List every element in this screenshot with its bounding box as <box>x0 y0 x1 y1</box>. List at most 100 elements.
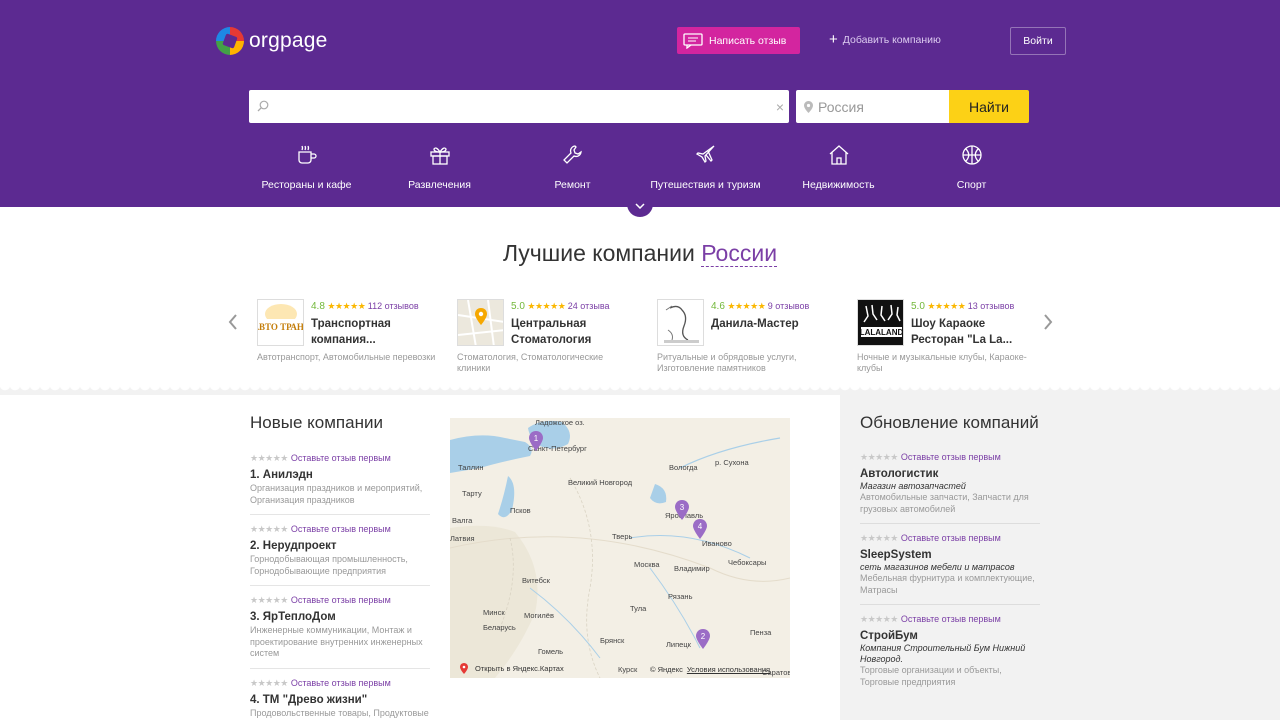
map-label: Брянск <box>600 636 625 645</box>
company-name[interactable]: СтройБум <box>860 630 1040 642</box>
leave-review-link[interactable]: Оставьте отзыв первым <box>291 524 391 534</box>
map-label: Рязань <box>668 592 693 601</box>
company-name[interactable]: 4. ТМ "Древо жизни" <box>250 694 430 706</box>
map-label: Таллин <box>458 463 484 472</box>
category-sport[interactable]: Спорт <box>905 140 1038 191</box>
map-marker[interactable]: 3 <box>675 500 689 520</box>
company-name[interactable]: 2. Нерудпроект <box>250 540 430 552</box>
leave-review-link[interactable]: Оставьте отзыв первым <box>901 533 1001 543</box>
gift-icon <box>429 147 450 165</box>
header: orgpage Написать отзыв + Добавить компан… <box>0 0 1280 207</box>
find-button[interactable]: Найти <box>949 90 1029 123</box>
company-name[interactable]: 1. Анилэдн <box>250 469 430 481</box>
map-marker[interactable]: 2 <box>696 629 710 649</box>
map-marker[interactable]: 4 <box>693 519 707 539</box>
category-label: Недвижимость <box>802 179 875 191</box>
logo[interactable]: orgpage <box>216 27 327 55</box>
company-name[interactable]: 3. ЯрТеплоДом <box>250 611 430 623</box>
map-label: Латвия <box>450 534 475 543</box>
add-company-link[interactable]: + Добавить компанию <box>829 31 941 48</box>
company-thumbnail <box>657 299 704 346</box>
company-rating: 5.0 ★★★★★ 24 отзыва <box>511 301 610 312</box>
marker-count: 3 <box>680 503 685 512</box>
map-label: Витебск <box>522 576 550 585</box>
region-input[interactable]: Россия <box>796 90 950 123</box>
company-category: Автомобильные запчасти, Запчасти для гру… <box>860 492 1029 514</box>
company-rating: 4.8 ★★★★★ 112 отзывов <box>311 301 419 312</box>
map-label: Беларусь <box>483 623 516 632</box>
map-marker[interactable]: 1 <box>529 431 543 451</box>
company-thumbnail <box>457 299 504 346</box>
companies-map[interactable]: Ладожское оз. Санкт-Петербург Таллин Тар… <box>450 418 790 678</box>
ball-icon <box>961 145 982 165</box>
company-rating: 4.6 ★★★★★ 9 отзывов <box>711 301 810 312</box>
reviews-count[interactable]: 13 отзывов <box>968 301 1015 311</box>
leave-review-link[interactable]: Оставьте отзыв первым <box>291 453 391 463</box>
wavy-divider <box>0 385 1280 395</box>
map-label: Гомель <box>538 647 564 656</box>
next-arrow-icon[interactable] <box>1041 312 1055 332</box>
company-name[interactable]: Транспортная компания... <box>311 316 441 348</box>
stars-icon: ★★★★★ <box>527 301 566 311</box>
stars-icon: ★★★★★ <box>250 595 288 605</box>
map-label: Могилёв <box>524 611 554 620</box>
prev-arrow-icon[interactable] <box>226 312 240 332</box>
reviews-count[interactable]: 112 отзывов <box>368 301 419 311</box>
chat-icon <box>683 32 703 49</box>
leave-review-link[interactable]: Оставьте отзыв первым <box>291 595 391 605</box>
divider <box>250 585 430 586</box>
map-label: Иваново <box>702 539 732 548</box>
company-rating: 5.0 ★★★★★ 13 отзывов <box>911 301 1015 312</box>
category-realty[interactable]: Недвижимость <box>772 140 905 191</box>
company-name[interactable]: Шоу Караоке Ресторан "La La... <box>911 316 1041 348</box>
terms-link[interactable]: Условия использования <box>687 665 770 674</box>
stars-icon: ★★★★★ <box>927 301 966 311</box>
leave-review-link[interactable]: Оставьте отзыв первым <box>901 452 1001 462</box>
login-button[interactable]: Войти <box>1010 27 1066 55</box>
map-label: Тула <box>630 604 647 613</box>
list-item[interactable]: ★★★★★ Оставьте отзыв первым 4. ТМ "Древо … <box>250 678 430 720</box>
category-entertainment[interactable]: Развлечения <box>373 140 506 191</box>
leave-review-link[interactable]: Оставьте отзыв первым <box>291 678 391 688</box>
map-label: Липецк <box>666 640 691 649</box>
company-category: Автотранспорт, Автомобильные перевозки <box>257 352 436 362</box>
best-title-prefix: Лучшие компании <box>502 240 695 266</box>
logo-text: orgpage <box>249 29 328 52</box>
category-label: Спорт <box>956 179 987 191</box>
map-footer: Открыть в Яндекс.Картах © Яндекс Условия … <box>450 660 790 678</box>
clear-icon[interactable]: × <box>776 99 784 115</box>
map-label: Ладожское оз. <box>535 418 585 427</box>
write-review-label: Написать отзыв <box>709 34 787 47</box>
list-item[interactable]: ★★★★★ Оставьте отзыв первым 2. Нерудпроек… <box>250 524 430 586</box>
search-input[interactable]: × <box>249 90 789 123</box>
region-placeholder: Россия <box>818 98 864 115</box>
list-item[interactable]: ★★★★★ Оставьте отзыв первым 1. Анилэдн Ор… <box>250 453 430 515</box>
chevron-down-icon <box>635 203 645 209</box>
list-item[interactable]: ★★★★★ Оставьте отзыв первым SleepSystem с… <box>860 533 1040 605</box>
open-in-yandex-link[interactable]: Открыть в Яндекс.Картах <box>460 663 564 674</box>
list-item[interactable]: ★★★★★ Оставьте отзыв первым 3. ЯрТеплоДом… <box>250 595 430 669</box>
list-item[interactable]: ★★★★★ Оставьте отзыв первым СтройБум Комп… <box>860 614 1040 688</box>
category-travel[interactable]: Путешествия и туризм <box>639 140 772 191</box>
company-name[interactable]: SleepSystem <box>860 549 1040 561</box>
wrench-icon <box>562 145 582 164</box>
company-name[interactable]: Центральная Стоматология <box>511 316 641 348</box>
plus-icon: + <box>829 31 838 48</box>
leave-review-link[interactable]: Оставьте отзыв первым <box>901 614 1001 624</box>
divider <box>250 514 430 515</box>
list-item[interactable]: ★★★★★ Оставьте отзыв первым Автологистик … <box>860 452 1040 524</box>
company-name[interactable]: Автологистик <box>860 468 1040 480</box>
expand-categories-button[interactable] <box>627 197 653 217</box>
company-thumbnail: LALALAND <box>857 299 904 346</box>
map-label: Тверь <box>612 532 633 541</box>
category-label: Рестораны и кафе <box>261 179 352 191</box>
write-review-button[interactable]: Написать отзыв <box>677 27 800 54</box>
reviews-count[interactable]: 24 отзыва <box>568 301 610 311</box>
category-restaurants[interactable]: Рестораны и кафе <box>240 140 373 191</box>
company-category: Организация праздников и мероприятий, Ор… <box>250 483 423 505</box>
house-icon <box>829 145 848 165</box>
category-repair[interactable]: Ремонт <box>506 140 639 191</box>
company-name[interactable]: Данила-Мастер <box>711 316 841 332</box>
region-selector[interactable]: России <box>701 240 778 267</box>
reviews-count[interactable]: 9 отзывов <box>768 301 810 311</box>
